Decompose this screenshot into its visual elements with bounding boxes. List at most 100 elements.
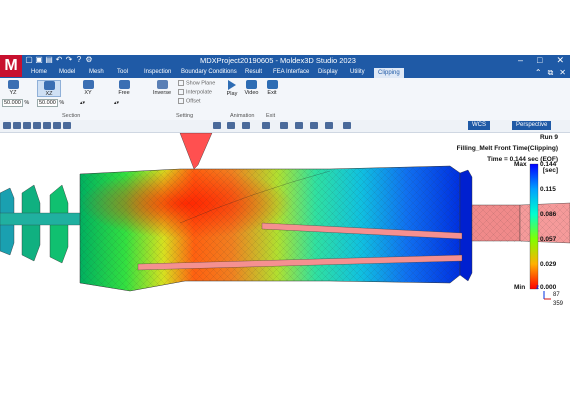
clipping-ribbon: YZ XZ XY Free 50.000 % 50.000 % ▴▾ ▴▾ Se…	[0, 78, 570, 121]
legend-tick: 0.086	[540, 211, 557, 218]
undo-icon[interactable]: ↶	[55, 56, 63, 64]
legend-tick: 0.115	[540, 186, 556, 193]
probe-icon[interactable]	[33, 122, 41, 129]
interpolate-checkbox[interactable]: Interpolate	[178, 89, 212, 95]
light-icon[interactable]	[43, 122, 51, 129]
plane-yz-icon	[7, 80, 19, 89]
redo-icon[interactable]: ↷	[65, 56, 73, 64]
yz-position-field[interactable]: 50.000 %	[2, 99, 29, 107]
ruler-icon[interactable]	[53, 122, 61, 129]
render-mode-icon[interactable]	[280, 122, 288, 129]
offset-checkbox[interactable]: Offset	[178, 98, 201, 104]
new-icon[interactable]: ▢	[25, 56, 33, 64]
offset-label: Offset	[186, 98, 201, 105]
pan-icon[interactable]	[262, 122, 270, 129]
inverse-icon	[156, 80, 168, 89]
video-label: Video	[244, 90, 259, 96]
fit-view-icon[interactable]	[213, 122, 221, 129]
exit-icon	[266, 80, 278, 89]
coordinate-system-dropdown[interactable]: WCS	[468, 121, 490, 130]
mesh-view-icon[interactable]	[13, 122, 21, 129]
close-project-icon[interactable]: ✕	[559, 68, 566, 78]
save-icon[interactable]: ▣	[35, 56, 43, 64]
yz-position-value[interactable]: 50.000	[2, 99, 23, 107]
zoom-icon[interactable]	[242, 122, 250, 129]
inverse-label: Inverse	[152, 90, 172, 96]
legend-tick: 0.029	[540, 261, 557, 268]
checkbox-icon	[178, 98, 184, 104]
color-icon[interactable]	[310, 122, 318, 129]
triad-value-1: 87	[553, 292, 560, 298]
yz-unit: %	[24, 100, 30, 106]
show-plane-checkbox[interactable]: Show Plane	[178, 80, 215, 86]
show-plane-label: Show Plane	[186, 80, 216, 87]
result-title: Filling_Melt Front Time(Clipping)	[456, 145, 558, 152]
section-group-label: Section	[62, 113, 81, 119]
legend-color-bar	[529, 163, 539, 290]
tab-inspection[interactable]: Inspection	[144, 69, 171, 75]
open-icon[interactable]: ▤	[45, 56, 53, 64]
animation-group-label: Animation	[230, 113, 255, 119]
legend-tick: 0.000	[540, 284, 557, 291]
xz-position-field[interactable]: 50.000 %	[37, 99, 64, 107]
ribbon-tabs: Home Model Mesh Tool Inspection Boundary…	[0, 68, 570, 78]
title-bar: MDXProject20190605 - Moldex3D Studio 202…	[0, 55, 570, 68]
legend-tick: 0.144	[540, 161, 557, 168]
capture-icon[interactable]	[325, 122, 333, 129]
triad-z-label: z	[536, 285, 539, 291]
section-xy-button[interactable]: XY	[78, 80, 98, 96]
help-icon[interactable]: ?	[75, 56, 83, 64]
settings-icon[interactable]: ⚙	[85, 56, 93, 64]
section-free-button[interactable]: Free	[114, 80, 134, 96]
xz-unit: %	[59, 100, 65, 106]
inverse-button[interactable]: Inverse	[151, 80, 173, 102]
view-cube-icon[interactable]	[295, 122, 303, 129]
tab-display[interactable]: Display	[318, 69, 338, 75]
melt-front-model	[0, 133, 570, 300]
plane-xz-icon	[43, 81, 55, 90]
tab-clipping[interactable]: Clipping	[374, 68, 404, 78]
exit-button-label: Exit	[267, 90, 277, 96]
triad-value-2: 359	[553, 301, 564, 307]
grid-icon[interactable]	[63, 122, 71, 129]
rotate-icon[interactable]	[227, 122, 235, 129]
tab-result[interactable]: Result	[245, 69, 262, 75]
projection-dropdown[interactable]: Perspective	[512, 121, 552, 130]
section-yz-label: YZ	[9, 90, 17, 96]
tab-mesh[interactable]: Mesh	[89, 69, 104, 75]
tab-model[interactable]: Model	[59, 69, 75, 75]
section-xy-label: XY	[84, 90, 92, 96]
free-spin-icon[interactable]: ▴▾	[114, 100, 119, 106]
video-button[interactable]: Video	[243, 80, 260, 102]
section-xz-button[interactable]: XZ	[37, 80, 61, 97]
restore-icon[interactable]: ⧉	[548, 68, 554, 78]
app-logo[interactable]: M	[0, 55, 22, 77]
close-icon[interactable]: ✕	[556, 55, 564, 66]
tab-utility[interactable]: Utility	[350, 69, 365, 75]
tab-boundary-conditions[interactable]: Boundary Conditions	[181, 69, 237, 75]
tab-fea-interface[interactable]: FEA Interface	[273, 69, 309, 75]
collapse-ribbon-icon[interactable]: ⌃	[535, 68, 542, 78]
tab-home[interactable]: Home	[31, 69, 47, 75]
section-yz-button[interactable]: YZ	[3, 80, 23, 96]
moldex3d-window: MDXProject20190605 - Moldex3D Studio 202…	[0, 55, 570, 355]
layout-icon[interactable]	[343, 122, 351, 129]
select-icon[interactable]	[3, 122, 11, 129]
xz-position-value[interactable]: 50.000	[37, 99, 58, 107]
3d-viewport[interactable]: Run 9 Filling_Melt Front Time(Clipping) …	[0, 133, 570, 355]
maximize-icon[interactable]: □	[537, 55, 542, 66]
plane-free-icon	[118, 80, 130, 89]
minimize-icon[interactable]: –	[518, 55, 523, 66]
tab-tool[interactable]: Tool	[117, 69, 128, 75]
play-icon	[228, 80, 236, 90]
plane-xy-icon	[82, 80, 94, 89]
play-button[interactable]: Play	[224, 80, 240, 102]
shade-icon[interactable]	[23, 122, 31, 129]
section-xz-label: XZ	[45, 91, 53, 97]
exit-button[interactable]: Exit	[264, 80, 280, 102]
interpolate-label: Interpolate	[186, 89, 212, 96]
xy-spin-icon[interactable]: ▴▾	[80, 100, 85, 106]
play-label: Play	[226, 91, 238, 97]
legend-max-label: Max	[514, 161, 527, 168]
legend-min-label: Min	[514, 284, 526, 291]
